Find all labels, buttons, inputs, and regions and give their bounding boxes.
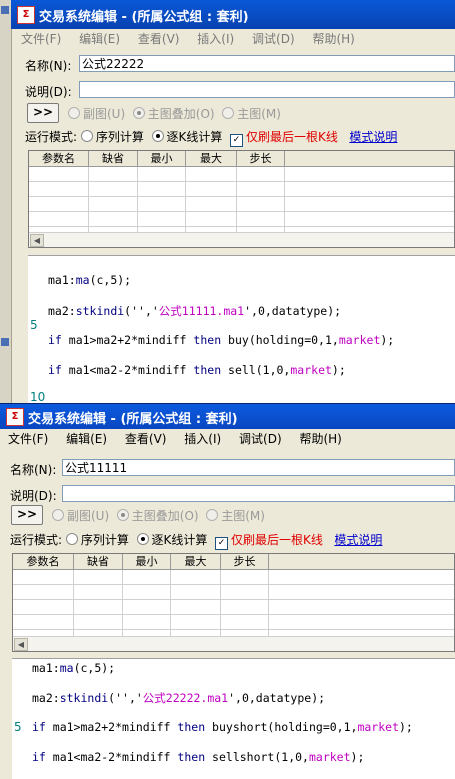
code-editor[interactable]: 5 10 ma1:ma(c,5); ma2:stkindi('','公式1111…	[28, 255, 455, 403]
radio-series-calc[interactable]	[80, 130, 93, 142]
col-step[interactable]: 步长	[221, 554, 269, 569]
mode-help-link[interactable]: 模式说明	[334, 533, 382, 547]
col-max[interactable]: 最大	[171, 554, 221, 569]
parameter-table[interactable]: 参数名 缺省 最小 最大 步长 ◀	[28, 150, 455, 248]
menu-file[interactable]: 文件(F)	[8, 432, 48, 446]
edge-marker-icon	[1, 6, 9, 14]
per-bar-calc-label: 逐K线计算	[151, 533, 208, 547]
title-bar[interactable]: Σ 交易系统编辑 - (所属公式组 : 套利)	[0, 404, 455, 429]
series-calc-label: 序列计算	[80, 533, 129, 547]
app-icon: Σ	[17, 6, 35, 24]
col-min[interactable]: 最小	[138, 151, 186, 166]
scroll-left-icon[interactable]: ◀	[14, 638, 28, 651]
name-label: 名称(N):	[10, 463, 57, 477]
line-gutter	[12, 659, 24, 779]
radio-series-calc[interactable]	[65, 533, 78, 545]
editor-window-front: Σ 交易系统编辑 - (所属公式组 : 套利) 文件(F) 编辑(E) 查看(V…	[0, 403, 455, 779]
main-chart-label: 主图(M)	[237, 107, 281, 121]
col-step[interactable]: 步长	[237, 151, 285, 166]
code-line: if ma1<ma2-2*mindiff then sell(1,0,marke…	[48, 363, 346, 377]
editor-window-back: Σ 交易系统编辑 - (所属公式组 : 套利) 文件(F) 编辑(E) 查看(V…	[0, 0, 455, 403]
radio-per-bar-calc[interactable]	[151, 130, 164, 142]
line-number: 5	[14, 720, 22, 734]
per-bar-calc-label: 逐K线计算	[166, 130, 223, 144]
code-line: if ma1<ma2-2*mindiff then sellshort(1,0,…	[32, 750, 365, 764]
table-hscrollbar[interactable]: ◀	[29, 232, 454, 247]
radio-per-bar-calc[interactable]	[136, 533, 149, 545]
menu-view[interactable]: 查看(V)	[125, 432, 167, 446]
radio-main-chart[interactable]	[206, 509, 219, 521]
menu-edit[interactable]: 编辑(E)	[79, 32, 120, 46]
code-editor[interactable]: 5 ma1:ma(c,5); ma2:stkindi('','公式22222.m…	[12, 658, 455, 779]
table-header: 参数名 缺省 最小 最大 步长	[29, 151, 454, 167]
table-hscrollbar[interactable]: ◀	[13, 636, 454, 651]
sub-chart-label: 副图(U)	[83, 107, 126, 121]
menu-view[interactable]: 查看(V)	[138, 32, 180, 46]
table-body	[29, 167, 454, 234]
window-title: 交易系统编辑 - (所属公式组 : 套利)	[28, 412, 238, 427]
col-default[interactable]: 缺省	[89, 151, 138, 166]
col-param-name[interactable]: 参数名	[29, 151, 89, 166]
edge-marker-icon	[1, 338, 9, 346]
menu-insert[interactable]: 插入(I)	[184, 432, 221, 446]
scroll-left-icon[interactable]: ◀	[30, 234, 44, 247]
radio-main-overlay[interactable]	[116, 509, 129, 521]
menu-help[interactable]: 帮助(H)	[299, 432, 341, 446]
parameter-table[interactable]: 参数名 缺省 最小 最大 步长 ◀	[12, 553, 455, 652]
title-bar[interactable]: Σ 交易系统编辑 - (所属公式组 : 套利)	[11, 0, 455, 29]
run-mode-label: 运行模式:	[25, 130, 78, 144]
radio-sub-chart[interactable]	[52, 509, 64, 521]
menu-bar: 文件(F) 编辑(E) 查看(V) 插入(I) 调试(D) 帮助(H)	[0, 429, 455, 449]
main-overlay-label: 主图叠加(O)	[147, 107, 215, 121]
app-icon: Σ	[6, 408, 24, 426]
table-body	[13, 570, 454, 638]
col-param-name[interactable]: 参数名	[13, 554, 74, 569]
menu-debug[interactable]: 调试(D)	[252, 32, 295, 46]
name-label: 名称(N):	[25, 59, 72, 73]
line-number: 10	[30, 390, 46, 403]
radio-main-chart[interactable]	[222, 107, 235, 119]
series-calc-label: 序列计算	[95, 130, 144, 144]
description-label: 说明(D):	[25, 85, 72, 99]
run-mode-label: 运行模式:	[10, 533, 63, 547]
window-title: 交易系统编辑 - (所属公式组 : 套利)	[39, 10, 249, 25]
menu-debug[interactable]: 调试(D)	[239, 432, 282, 446]
code-line: if ma1>ma2+2*mindiff then buyshort(holdi…	[32, 720, 413, 734]
menu-edit[interactable]: 编辑(E)	[66, 432, 107, 446]
menu-insert[interactable]: 插入(I)	[197, 32, 234, 46]
line-number: 5	[30, 318, 38, 332]
description-input[interactable]	[62, 485, 455, 502]
refresh-last-label: 仅刷最后一根K线	[246, 130, 338, 144]
name-input[interactable]: 公式22222	[79, 55, 455, 72]
refresh-last-checkbox[interactable]: ✓	[215, 537, 229, 550]
radio-main-overlay[interactable]	[132, 107, 145, 119]
col-max[interactable]: 最大	[186, 151, 237, 166]
name-input[interactable]: 公式11111	[62, 459, 455, 476]
expand-button[interactable]: >>	[27, 103, 59, 123]
code-line: if ma1>ma2+2*mindiff then buy(holding=0,…	[48, 333, 395, 347]
col-default[interactable]: 缺省	[74, 554, 123, 569]
menu-bar: 文件(F) 编辑(E) 查看(V) 插入(I) 调试(D) 帮助(H)	[11, 29, 455, 49]
radio-sub-chart[interactable]	[68, 107, 80, 119]
menu-help[interactable]: 帮助(H)	[312, 32, 354, 46]
code-line: ma2:stkindi('','公式11111.ma1',0,datatype)…	[48, 304, 342, 318]
refresh-last-label: 仅刷最后一根K线	[231, 533, 323, 547]
description-input[interactable]	[79, 81, 455, 98]
sub-chart-label: 副图(U)	[67, 509, 110, 523]
code-line: ma2:stkindi('','公式22222.ma1',0,datatype)…	[32, 691, 326, 705]
code-line: ma1:ma(c,5);	[32, 661, 116, 675]
col-min[interactable]: 最小	[123, 554, 171, 569]
mode-help-link[interactable]: 模式说明	[349, 130, 397, 144]
code-line: ma1:ma(c,5);	[48, 273, 132, 287]
menu-file[interactable]: 文件(F)	[21, 32, 61, 46]
table-header: 参数名 缺省 最小 最大 步长	[13, 554, 454, 570]
refresh-last-checkbox[interactable]: ✓	[230, 134, 244, 147]
main-overlay-label: 主图叠加(O)	[131, 509, 199, 523]
main-chart-label: 主图(M)	[221, 509, 265, 523]
expand-button[interactable]: >>	[11, 505, 43, 525]
description-label: 说明(D):	[10, 489, 57, 503]
